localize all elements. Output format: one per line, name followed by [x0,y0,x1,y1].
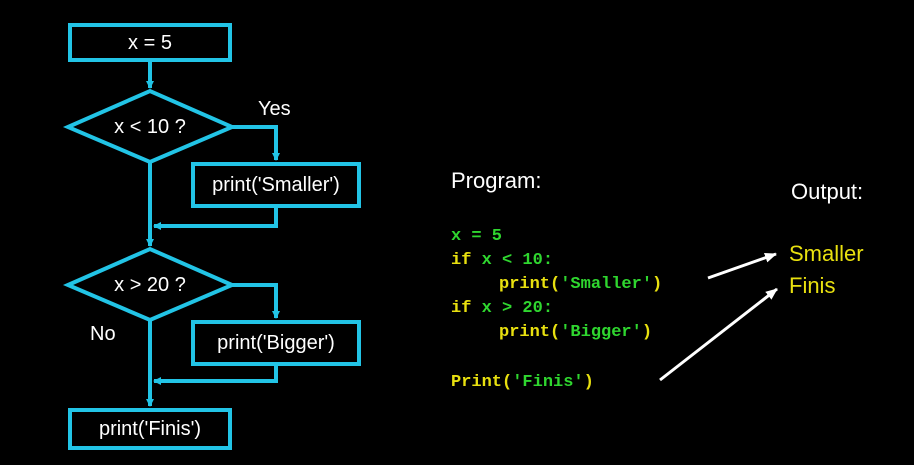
output-arrows [659,252,778,382]
yes-label: Yes [258,98,291,120]
action2-label: print('Bigger') [217,332,335,354]
decision1-label: x < 10 ? [114,116,186,138]
final-label: print('Finis') [98,418,202,440]
code-string: 'Smaller' [560,275,653,294]
code-line-1: x = 5 [451,227,503,246]
code-line-7: Print('Finis') [451,374,594,392]
output-line-smaller: Smaller [789,241,864,266]
code-line-5: print('Bigger') [499,324,652,342]
code-condition: x < 10: [471,251,554,270]
program-title: Program: [451,168,542,193]
decision2-label: x > 20 ? [114,274,186,296]
code-condition: x > 20: [471,299,554,318]
code-paren: ) [641,323,653,342]
action1-label: print('Smaller') [212,174,340,196]
output-line-finis: Finis [789,273,836,298]
code-keyword: if [451,299,472,318]
code-paren: ) [652,275,663,294]
assign-label: x = 5 [128,32,172,54]
code-function: print( [499,275,561,294]
code-line-3: print('Smaller') [499,276,662,294]
code-function: Print( [451,373,513,392]
code-keyword: if [451,251,472,270]
code-paren: ) [583,373,594,392]
no-label: No [90,323,116,345]
code-line-2: if x < 10: [451,252,553,270]
code-line-4: if x > 20: [451,300,553,318]
code-function: print( [499,323,561,342]
code-string: 'Finis' [512,373,584,392]
code-string: 'Bigger' [560,323,642,342]
output-title: Output: [791,179,864,204]
